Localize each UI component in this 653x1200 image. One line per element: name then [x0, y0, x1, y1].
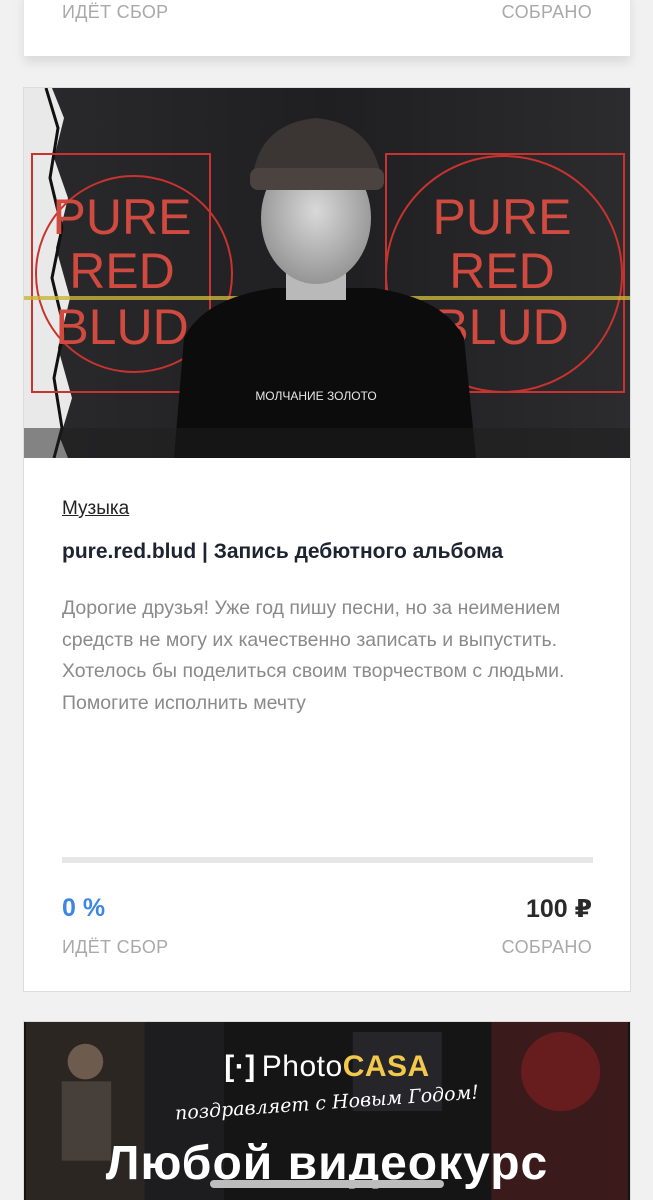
cover-illustration: PURE RED BLUD PURE RED BLUD МОЛЧАНИЕ ЗОЛ… [24, 88, 630, 458]
right-logo-line-2: RED [449, 243, 555, 299]
campaign-card[interactable]: PURE RED BLUD PURE RED BLUD МОЛЧАНИЕ ЗОЛ… [23, 87, 631, 992]
logo-bracket-icon: [·] [224, 1050, 256, 1083]
home-indicator[interactable] [210, 1180, 444, 1188]
left-logo-line-1: PURE [53, 189, 192, 245]
status-label: ИДЁТ СБОР [62, 2, 169, 22]
promo-banner-card[interactable]: [·] PhotoCASA поздравляет с Новым Годом! … [23, 1021, 631, 1200]
shirt-text: МОЛЧАНИЕ ЗОЛОТО [255, 389, 376, 403]
campaign-cover-image[interactable]: PURE RED BLUD PURE RED BLUD МОЛЧАНИЕ ЗОЛ… [24, 88, 630, 458]
status-label: ИДЁТ СБОР [62, 937, 169, 957]
collected-label: СОБРАНО [501, 937, 592, 957]
left-logo-line-2: RED [69, 243, 175, 299]
logo-casa-text: CASA [342, 1050, 430, 1083]
category-link[interactable]: Музыка [62, 498, 129, 520]
campaign-card-previous[interactable]: ИДЁТ СБОР СОБРАНО [24, 0, 630, 56]
campaign-title[interactable]: pure.red.blud | Запись дебютного альбома [62, 540, 602, 564]
collected-label: СОБРАНО [501, 2, 592, 22]
campaign-description: Дорогие друзья! Уже год пишу песни, но з… [62, 597, 565, 714]
left-logo-line-3: BLUD [55, 299, 188, 355]
percent-funded: 0 % [62, 894, 106, 922]
logo-photo-text: Photo [261, 1050, 343, 1083]
right-logo-line-1: PURE [433, 189, 572, 245]
progress-bar [62, 857, 593, 863]
amount-collected: 100 ₽ [525, 895, 592, 923]
